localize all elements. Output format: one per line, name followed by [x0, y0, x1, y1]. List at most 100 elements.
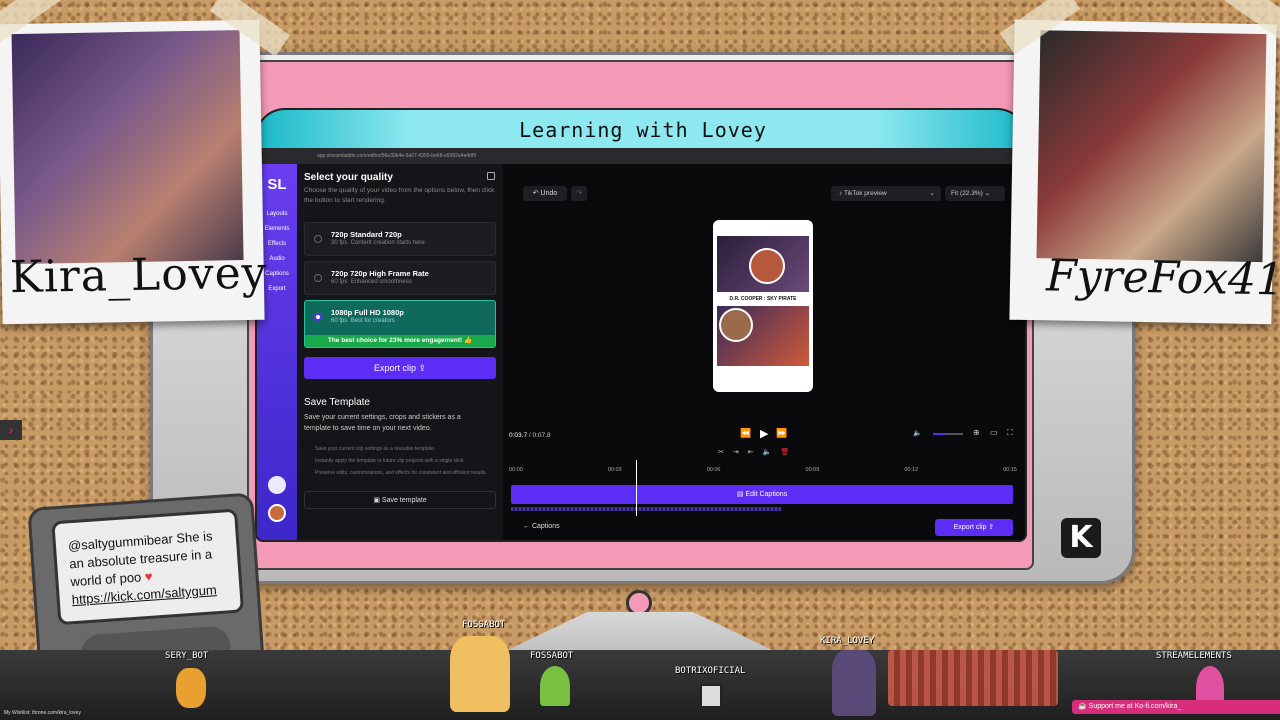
best-choice-banner: The best choice for 23% more engagement!…	[305, 335, 495, 347]
mute-icon[interactable]: 🔈	[763, 449, 781, 456]
captions-back-label: Captions	[531, 523, 560, 530]
time-display: 0:03.7 / 0:07.8	[509, 432, 551, 439]
chat-screen: @saltygummibear She is an absolute treas…	[51, 508, 245, 626]
wishlist-text: My Wishlist: throne.com/kira_lovey	[4, 710, 81, 716]
bot-sprite	[176, 668, 206, 708]
character-label: FOSSABOT	[462, 620, 506, 630]
option-fps: 60 fps	[331, 279, 348, 285]
cat-sprite	[450, 636, 510, 712]
kofi-banner[interactable]: ☕ Support me at Ko-fi.com/kira_	[1072, 700, 1280, 714]
radio-selected-icon	[314, 313, 322, 321]
play-icon[interactable]: ▶	[760, 427, 768, 440]
screen: Learning with Lovey app.streamladder.com…	[255, 108, 1027, 542]
fullscreen-icon[interactable]: ⛶	[1007, 428, 1013, 438]
layout-icon[interactable]: ▭	[990, 428, 998, 437]
tick-label: 00:09	[805, 467, 820, 473]
right-camera-card: FyreFox411	[1009, 19, 1280, 325]
option-res: 720p	[331, 230, 349, 239]
collapse-icon[interactable]	[487, 172, 495, 180]
zoom-select[interactable]: Fit (22.3%) ⌄	[945, 186, 1005, 201]
waveform-track	[511, 507, 781, 511]
save-icon: ▣	[373, 497, 380, 504]
chevron-down-icon: ⌄	[984, 190, 991, 197]
phone-cam-bubble-2	[719, 308, 753, 342]
redo-button[interactable]: ↷	[571, 186, 587, 201]
rewind-icon[interactable]: ⏪	[740, 428, 751, 439]
edit-captions-label: Edit Captions	[745, 491, 788, 498]
chevron-down-icon: ⌄	[929, 190, 935, 197]
bullet-item: Instantly apply the template to future c…	[315, 458, 465, 464]
delete-icon[interactable]: 🗑	[780, 449, 798, 456]
save-template-button[interactable]: ▣ Save template	[304, 491, 496, 509]
export-label: Export clip	[953, 524, 987, 531]
side-tab-arrow: ›	[0, 420, 22, 440]
character-label: KIRA_LOVEY	[820, 636, 875, 646]
panel-description: Choose the quality of your video from th…	[304, 187, 495, 204]
undo-icon: ↶	[532, 190, 539, 197]
option-fps: 60 fps	[331, 318, 348, 324]
kofi-text: Support me at Ko-fi.com/kira_	[1088, 703, 1182, 710]
captions-back-button[interactable]: ← Captions	[523, 523, 560, 530]
save-template-label: Save template	[381, 497, 427, 504]
left-name: Kira_Lovey	[9, 247, 268, 304]
phone-banner: D.R. COOPER : SKY PIRATE	[729, 296, 797, 302]
caption-track[interactable]: ▤ Edit Captions	[511, 485, 1013, 504]
knight-sprite	[832, 650, 876, 716]
undo-label: Undo	[540, 190, 558, 197]
zoom-slider[interactable]	[933, 433, 963, 435]
bullet-item: Save your current clip settings as a reu…	[315, 446, 436, 452]
split-icon[interactable]: ✂	[718, 449, 733, 456]
radio-icon	[314, 235, 322, 243]
export-clip-button-bottom[interactable]: Export clip ⇪	[935, 519, 1013, 536]
option-note: Enhanced smoothness	[350, 279, 412, 285]
zoom-in-icon[interactable]: ⊕	[973, 428, 980, 437]
option-note: Best for creators	[350, 318, 395, 324]
volume-icon[interactable]: 🔈	[913, 429, 922, 437]
quality-option-720p[interactable]: 720p Standard 720p 30 fps Content creati…	[304, 222, 496, 256]
phone-cam-bubble	[749, 248, 785, 284]
character-label: SERY_BOT	[165, 651, 209, 661]
tick-label: 00:15	[1003, 467, 1017, 473]
character-label: STREAMELEMENTS	[1156, 651, 1232, 661]
template-heading: Save Template	[304, 397, 370, 408]
template-bullets: Save your current clip settings as a reu…	[315, 443, 500, 479]
tick-label: 00:12	[904, 467, 919, 473]
time-current: 0:03.7	[509, 432, 528, 439]
template-description: Save your current settings, crops and st…	[304, 414, 461, 433]
zoom-label: Fit (22.3%)	[951, 190, 983, 197]
arrow-left-icon: ←	[523, 523, 530, 530]
back-icon[interactable]: ⇤	[748, 449, 763, 456]
tick-label: 00:06	[706, 467, 721, 473]
coffee-icon: ☕	[1078, 703, 1087, 710]
time-total: 0:07.8	[532, 432, 551, 439]
character-label: BOTRIXOFICIAL	[675, 666, 746, 676]
cat-icon	[700, 684, 722, 708]
time-separator: /	[528, 432, 531, 439]
undo-button[interactable]: ↶ Undo	[523, 186, 567, 201]
tiktok-icon: ♪	[839, 190, 843, 197]
upload-icon: ⇪	[418, 363, 427, 373]
forward-icon[interactable]: ⏩	[776, 428, 787, 439]
tick-label: 00:03	[607, 467, 622, 473]
quality-option-720p-hfr[interactable]: 720p 720p High Frame Rate 60 fps Enhance…	[304, 261, 496, 295]
browser-url[interactable]: app.streamladder.com/editor/56e30b4e-9a0…	[257, 148, 1025, 164]
quality-panel: Select your quality Choose the quality o…	[297, 164, 503, 540]
device-label: TikTok preview	[843, 190, 887, 197]
device-select[interactable]: ♪ TikTok preview ⌄	[831, 186, 941, 201]
phone-preview: D.R. COOPER : SKY PIRATE	[713, 220, 813, 392]
option-res: 720p	[331, 269, 349, 278]
help-icon[interactable]	[268, 476, 286, 494]
right-webcam	[1036, 30, 1267, 263]
editor-rail: SL Layouts Elements Effects Audio Captio…	[257, 164, 297, 540]
left-camera-card: Kira_Lovey	[0, 19, 268, 325]
tick-label: 00:00	[509, 467, 523, 473]
rail-layouts[interactable]: Layouts	[257, 207, 297, 222]
heart-icon: ♥	[144, 568, 154, 585]
playhead[interactable]	[636, 460, 637, 516]
export-clip-button[interactable]: Export clip ⇪	[304, 357, 496, 379]
avatar[interactable]	[268, 504, 286, 522]
option-fps: 30 fps	[331, 240, 348, 246]
quality-option-1080p[interactable]: 1080p Full HD 1080p 60 fps Best for crea…	[304, 300, 496, 348]
export-label: Export clip	[373, 363, 416, 373]
skip-icon[interactable]: ⇥	[733, 449, 748, 456]
